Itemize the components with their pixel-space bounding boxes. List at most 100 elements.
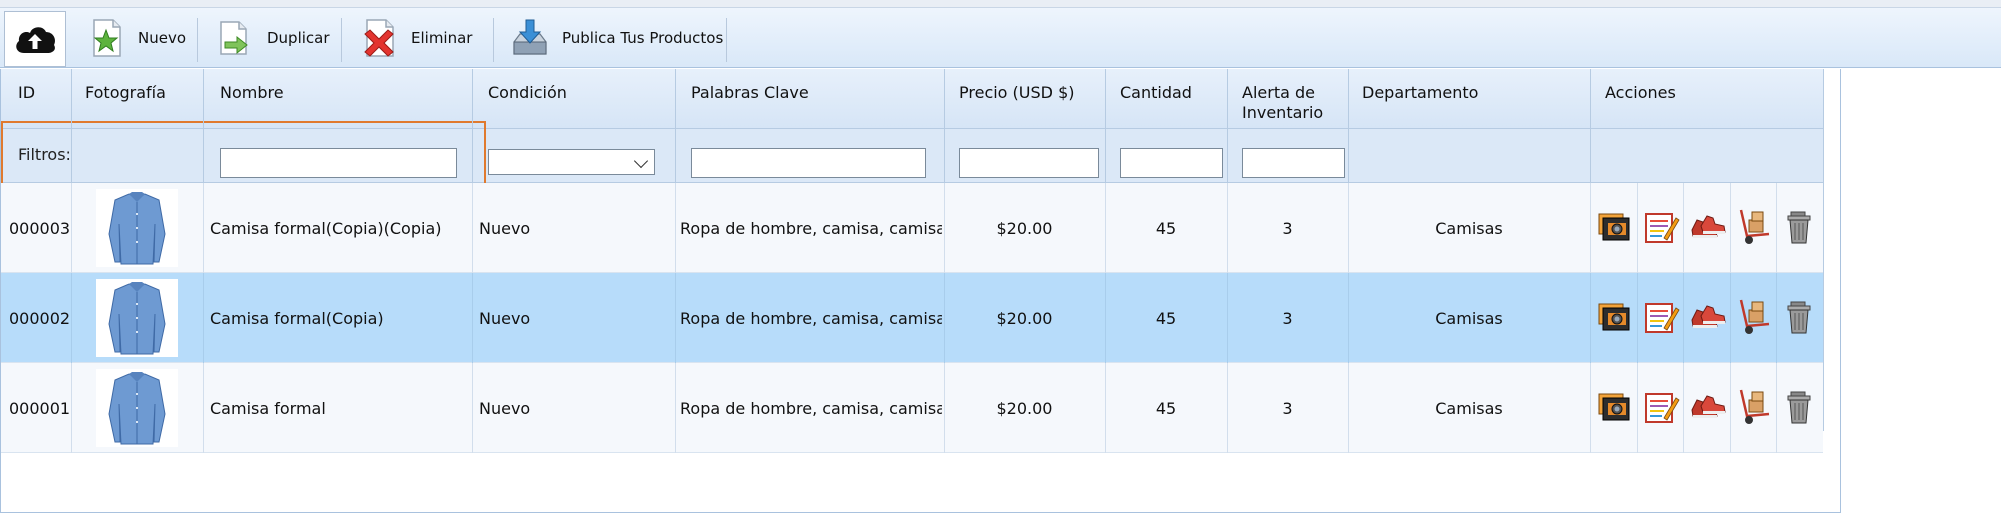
header-condition[interactable]: Condición [488, 83, 567, 103]
hand-truck-icon[interactable] [1735, 388, 1773, 426]
header-actions: Acciones [1605, 83, 1676, 102]
column-divider [1227, 363, 1228, 453]
cell-keywords: Ropa de hombre, camisa, camisa for [680, 398, 942, 418]
new-button[interactable]: Nuevo [76, 12, 196, 64]
cell-price: $20.00 [996, 308, 1053, 328]
column-divider [1637, 183, 1638, 273]
alert-filter-input[interactable] [1242, 148, 1345, 178]
cell-name: Camisa formal(Copia) [210, 308, 384, 328]
column-divider [1105, 273, 1106, 363]
shirt-image [108, 282, 166, 355]
hand-truck-icon[interactable] [1735, 298, 1773, 336]
grid-header: ID Fotografía Nombre Condición Palabras … [1, 69, 1823, 129]
toolbar-separator [341, 18, 342, 62]
column-divider [1348, 273, 1349, 363]
cell-quantity: 45 [1155, 308, 1177, 328]
publish-products-button[interactable]: Publica Tus Productos [500, 12, 733, 64]
edit-icon[interactable] [1642, 208, 1680, 246]
toolbar-separator [726, 18, 727, 62]
column-divider [1776, 273, 1777, 363]
grid-right-border [1823, 69, 1824, 431]
product-photo [96, 369, 178, 447]
header-inventory-alert[interactable]: Alerta de Inventario [1242, 83, 1352, 123]
cell-department: Camisas [1435, 398, 1503, 418]
cell-quantity: 45 [1155, 398, 1177, 418]
shoes-icon[interactable] [1689, 298, 1727, 336]
publish-icon [513, 19, 547, 55]
column-divider [472, 69, 473, 183]
product-photo [96, 189, 178, 267]
column-divider [1227, 273, 1228, 363]
trash-icon[interactable] [1782, 298, 1820, 336]
new-button-label: Nuevo [138, 29, 187, 47]
column-divider [71, 183, 72, 273]
table-row[interactable]: 000003 Camisa formal(Copia)(Copia) Nuevo… [1, 183, 1823, 273]
cell-price: $20.00 [996, 218, 1053, 238]
photos-icon[interactable] [1596, 388, 1634, 426]
condition-filter-select[interactable] [488, 149, 655, 175]
column-divider [1776, 183, 1777, 273]
publish-products-button-label: Publica Tus Productos [562, 29, 724, 47]
delete-button-label: Eliminar [411, 29, 473, 47]
cell-condition: Nuevo [479, 218, 531, 238]
price-filter-input[interactable] [959, 148, 1099, 178]
column-divider [203, 69, 204, 183]
shoes-icon[interactable] [1689, 388, 1727, 426]
cell-id: 000002 [9, 308, 69, 328]
column-divider [472, 273, 473, 363]
quantity-filter-input[interactable] [1120, 148, 1223, 178]
header-department[interactable]: Departamento [1362, 83, 1478, 103]
photos-icon[interactable] [1596, 298, 1634, 336]
column-divider [1730, 363, 1731, 453]
cell-price: $20.00 [996, 398, 1053, 418]
edit-icon[interactable] [1642, 298, 1680, 336]
column-divider [944, 363, 945, 453]
cell-id: 000001 [9, 398, 69, 418]
table-row[interactable]: 000001 Camisa formal Nuevo Ropa de hombr… [1, 363, 1823, 453]
column-divider [1637, 273, 1638, 363]
cell-alert: 3 [1282, 218, 1293, 238]
column-divider [472, 363, 473, 453]
delete-button[interactable]: Eliminar [349, 12, 482, 64]
cell-id: 000003 [9, 218, 69, 238]
delete-icon [364, 19, 394, 57]
upload-button[interactable] [4, 11, 66, 67]
column-divider [675, 183, 676, 273]
toolbar: Nuevo Duplicar Eliminar Publica Tus Prod… [0, 8, 2001, 68]
cell-name: Camisa formal(Copia)(Copia) [210, 218, 442, 238]
column-divider [944, 69, 945, 183]
column-divider [1637, 363, 1638, 453]
photos-icon[interactable] [1596, 208, 1634, 246]
edit-icon[interactable] [1642, 388, 1680, 426]
hand-truck-icon[interactable] [1735, 208, 1773, 246]
column-divider [1683, 183, 1684, 273]
header-photo[interactable]: Fotografía [85, 83, 166, 103]
column-divider [675, 69, 676, 183]
shoes-icon[interactable] [1689, 208, 1727, 246]
header-price[interactable]: Precio (USD $) [959, 83, 1075, 103]
keywords-filter-input[interactable] [691, 148, 926, 178]
header-keywords[interactable]: Palabras Clave [691, 83, 809, 103]
column-divider [71, 363, 72, 453]
column-divider [1348, 183, 1349, 273]
cell-department: Camisas [1435, 308, 1503, 328]
cell-condition: Nuevo [479, 398, 531, 418]
duplicate-button[interactable]: Duplicar [205, 12, 340, 64]
column-divider [1730, 183, 1731, 273]
products-grid: ID Fotografía Nombre Condición Palabras … [0, 69, 1841, 513]
header-id[interactable]: ID [18, 83, 35, 103]
header-name[interactable]: Nombre [220, 83, 284, 103]
column-divider [1227, 69, 1228, 183]
column-divider [944, 183, 945, 273]
window-top-strip [0, 0, 2001, 8]
table-row[interactable]: 000002 Camisa formal(Copia) Nuevo Ropa d… [1, 273, 1823, 363]
header-quantity[interactable]: Cantidad [1120, 83, 1192, 103]
column-divider [71, 273, 72, 363]
toolbar-separator [197, 18, 198, 62]
column-divider [1776, 363, 1777, 453]
trash-icon[interactable] [1782, 208, 1820, 246]
shirt-image [108, 192, 166, 265]
column-divider [1105, 69, 1106, 183]
column-divider [1348, 363, 1349, 453]
trash-icon[interactable] [1782, 388, 1820, 426]
